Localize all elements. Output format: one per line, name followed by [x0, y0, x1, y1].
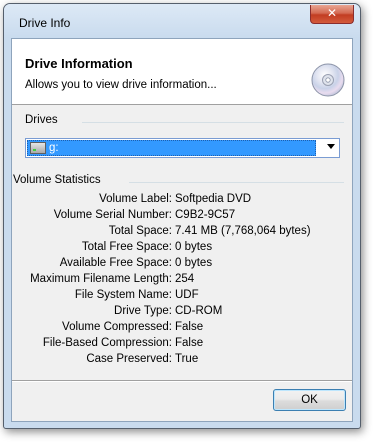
stat-row-serial-number: Volume Serial Number: C9B2-9C57: [12, 207, 352, 223]
stat-value: 0 bytes: [175, 257, 213, 269]
title-bar[interactable]: Drive Info ✕: [4, 4, 360, 38]
close-button[interactable]: ✕: [310, 5, 354, 24]
stat-label: Volume Label:: [99, 193, 172, 205]
header-title: Drive Information: [25, 56, 133, 71]
stat-label: Maximum Filename Length:: [30, 273, 172, 285]
stat-label: Total Space:: [108, 225, 172, 237]
stat-row-total-space: Total Space: 7.41 MB (7,768,064 bytes): [12, 223, 352, 239]
stat-row-max-filename-length: Maximum Filename Length: 254: [12, 271, 352, 287]
stat-value: CD-ROM: [175, 305, 223, 317]
stat-label: Volume Serial Number:: [53, 209, 172, 221]
stat-row-case-preserved: Case Preserved: True: [12, 351, 352, 367]
header-subtitle: Allows you to view drive information...: [25, 79, 217, 91]
drive-dropdown-value: g:: [49, 142, 59, 154]
stat-label: Drive Type:: [114, 305, 172, 317]
stat-label: File-Based Compression:: [42, 337, 172, 349]
stat-value: 7.41 MB (7,768,064 bytes): [175, 225, 311, 237]
stat-value: True: [175, 353, 199, 365]
dialog-body: Drive Information Allows you to view dri…: [11, 38, 353, 422]
stat-row-file-based-compression: File-Based Compression: False: [12, 335, 352, 351]
stat-row-drive-type: Drive Type: CD-ROM: [12, 303, 352, 319]
footer-separator: [12, 380, 352, 382]
stat-value: 0 bytes: [175, 241, 213, 253]
ok-button[interactable]: OK: [273, 389, 346, 411]
header-panel: Drive Information Allows you to view dri…: [12, 39, 352, 105]
stat-label: Case Preserved:: [86, 353, 172, 365]
drive-dropdown-selection: g:: [27, 140, 316, 156]
volume-stats-group-line: [129, 182, 344, 183]
stat-value: 254: [175, 273, 195, 285]
stat-label: Available Free Space:: [59, 257, 172, 269]
stat-label: File System Name:: [74, 289, 172, 301]
stat-row-volume-label: Volume Label: Softpedia DVD: [12, 191, 352, 207]
stat-row-volume-compressed: Volume Compressed: False: [12, 319, 352, 335]
drives-group-line: [82, 122, 344, 123]
volume-stats-group-label: Volume Statistics: [13, 174, 103, 186]
stat-row-total-free-space: Total Free Space: 0 bytes: [12, 239, 352, 255]
stat-value: Softpedia DVD: [175, 193, 252, 205]
stat-label: Total Free Space:: [81, 241, 172, 253]
stat-value: C9B2-9C57: [175, 209, 236, 221]
window-title: Drive Info: [19, 16, 71, 30]
stat-row-file-system-name: File System Name: UDF: [12, 287, 352, 303]
stat-value: False: [175, 337, 204, 349]
cd-disc-icon: [311, 63, 345, 97]
stat-value: False: [175, 321, 204, 333]
stat-value: UDF: [175, 289, 199, 301]
volume-stats-list: Volume Label: Softpedia DVD Volume Seria…: [12, 191, 352, 367]
chevron-down-icon[interactable]: [327, 144, 335, 149]
stat-label: Volume Compressed:: [62, 321, 172, 333]
stat-row-available-free-space: Available Free Space: 0 bytes: [12, 255, 352, 271]
drives-group-label: Drives: [25, 114, 60, 126]
close-icon: ✕: [326, 6, 338, 20]
drive-info-window: Drive Info ✕ Drive Information Allows yo…: [3, 3, 361, 429]
drive-dropdown[interactable]: g:: [25, 138, 340, 158]
optical-drive-icon: [30, 142, 46, 154]
